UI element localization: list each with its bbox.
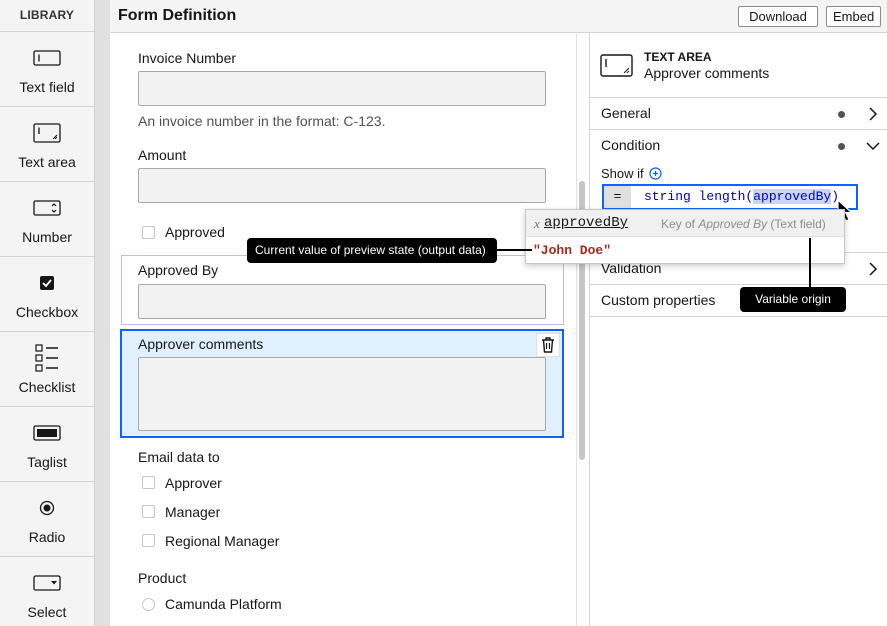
- variable-kind-icon: x: [534, 216, 540, 231]
- feel-expression-icon: [649, 167, 662, 180]
- invoice-number-description: An invoice number in the format: C-123.: [138, 113, 386, 129]
- scroll-track: [576, 33, 577, 626]
- product-label: Product: [138, 570, 187, 586]
- email-option-label: Approver: [165, 475, 222, 491]
- approved-label: Approved: [165, 224, 225, 240]
- annotation-connector: [497, 249, 532, 251]
- library-item-label: Checklist: [18, 379, 76, 395]
- library-item-select[interactable]: Select: [0, 557, 94, 626]
- email-option-checkbox[interactable]: [142, 505, 155, 518]
- form-canvas: Invoice Number An invoice number in the …: [110, 33, 590, 626]
- autocomplete-variable-text: approvedBy: [544, 215, 629, 231]
- library-title: LIBRARY: [0, 0, 94, 32]
- invoice-number-input[interactable]: [138, 71, 546, 106]
- desc-prefix: Key of: [661, 217, 699, 231]
- section-modified-dot: [838, 111, 845, 118]
- annotation-variable-origin: Variable origin: [740, 287, 846, 312]
- autocomplete-variable-name: approvedBy: [544, 215, 628, 231]
- invoice-number-label: Invoice Number: [138, 50, 237, 66]
- product-option-label: Camunda Platform: [165, 596, 282, 612]
- condition-expression-input[interactable]: = string length(approvedBy): [602, 184, 858, 210]
- amount-label: Amount: [138, 147, 187, 163]
- properties-component-name: Approver comments: [644, 65, 770, 81]
- approved-by-input[interactable]: [138, 284, 546, 319]
- autocomplete-popup: x approvedBy Key of Approved By (Text fi…: [525, 209, 845, 264]
- show-if-label: Show if: [601, 165, 662, 181]
- library-item-radio[interactable]: Radio: [0, 482, 94, 557]
- approver-comments-textarea[interactable]: [138, 357, 546, 431]
- library-item-label: Text field: [19, 79, 75, 95]
- page-title: Form Definition: [118, 7, 237, 24]
- library-item-number[interactable]: Number: [0, 182, 94, 257]
- text-area-icon: [33, 118, 61, 148]
- library-item-checklist[interactable]: Checklist: [0, 332, 94, 407]
- email-option-label: Manager: [165, 504, 221, 520]
- text-area-icon: [600, 54, 633, 77]
- show-if-text: Show if: [601, 166, 644, 181]
- library-item-label: Number: [22, 229, 72, 245]
- delete-field-button[interactable]: [536, 333, 560, 357]
- text-field-icon: [33, 43, 61, 73]
- section-title: Custom properties: [601, 292, 716, 308]
- select-icon: [33, 568, 61, 598]
- checkbox-icon: [39, 268, 55, 298]
- library-item-checkbox[interactable]: Checkbox: [0, 257, 94, 332]
- chevron-down-icon: [866, 142, 880, 151]
- panel-divider: [95, 0, 110, 626]
- email-option-checkbox[interactable]: [142, 476, 155, 489]
- form-builder-app: LIBRARY Text field Text area Number Chec…: [0, 0, 887, 626]
- library-item-taglist[interactable]: Taglist: [0, 407, 94, 482]
- section-modified-dot: [838, 143, 845, 150]
- checklist-icon: [35, 343, 59, 373]
- expression-code: string length(approvedBy): [644, 189, 839, 204]
- embed-button[interactable]: Embed: [826, 6, 881, 27]
- approved-checkbox[interactable]: [142, 226, 155, 239]
- radio-icon: [39, 493, 55, 523]
- component-library: LIBRARY Text field Text area Number Chec…: [0, 0, 95, 626]
- amount-input[interactable]: [138, 168, 546, 203]
- library-item-label: Checkbox: [15, 304, 79, 320]
- email-data-label: Email data to: [138, 449, 220, 465]
- section-divider: [590, 316, 887, 317]
- expression-prefix: string length(: [644, 189, 754, 204]
- annotation-connector: [809, 238, 811, 287]
- download-button[interactable]: Download: [738, 6, 818, 27]
- section-general[interactable]: General: [590, 97, 887, 129]
- library-item-text-field[interactable]: Text field: [0, 32, 94, 107]
- library-item-label: Radio: [28, 529, 66, 545]
- feel-toggle[interactable]: =: [604, 186, 631, 208]
- product-option-radio[interactable]: [142, 598, 155, 611]
- autocomplete-option[interactable]: x approvedBy Key of Approved By (Text fi…: [526, 210, 844, 237]
- email-option-checkbox[interactable]: [142, 534, 155, 547]
- library-item-label: Select: [27, 604, 67, 620]
- properties-component-type: TEXT AREA: [644, 50, 712, 64]
- section-title: Condition: [601, 137, 661, 153]
- properties-panel: TEXT AREA Approver comments General Cond…: [590, 33, 887, 626]
- trash-icon: [542, 337, 554, 353]
- number-icon: [33, 193, 61, 223]
- email-option-label: Regional Manager: [165, 533, 280, 549]
- section-title: General: [601, 105, 651, 121]
- taglist-icon: [33, 418, 61, 448]
- autocomplete-variable-description: Key of Approved By (Text field): [661, 217, 826, 231]
- desc-suffix: (Text field): [767, 217, 826, 231]
- library-item-text-area[interactable]: Text area: [0, 107, 94, 182]
- approver-comments-label: Approver comments: [138, 336, 264, 352]
- expression-variable: approvedBy: [753, 189, 832, 204]
- approved-by-label: Approved By: [138, 262, 219, 278]
- preview-value: "John Doe": [533, 243, 612, 258]
- desc-field: Approved By: [698, 217, 768, 231]
- annotation-preview-state: Current value of preview state (output d…: [247, 238, 497, 263]
- chevron-right-icon: [869, 262, 878, 276]
- library-item-label: Text area: [18, 154, 76, 170]
- chevron-right-icon: [869, 107, 878, 121]
- library-item-label: Taglist: [27, 454, 67, 470]
- editor-header: Form Definition Download Embed: [110, 0, 887, 33]
